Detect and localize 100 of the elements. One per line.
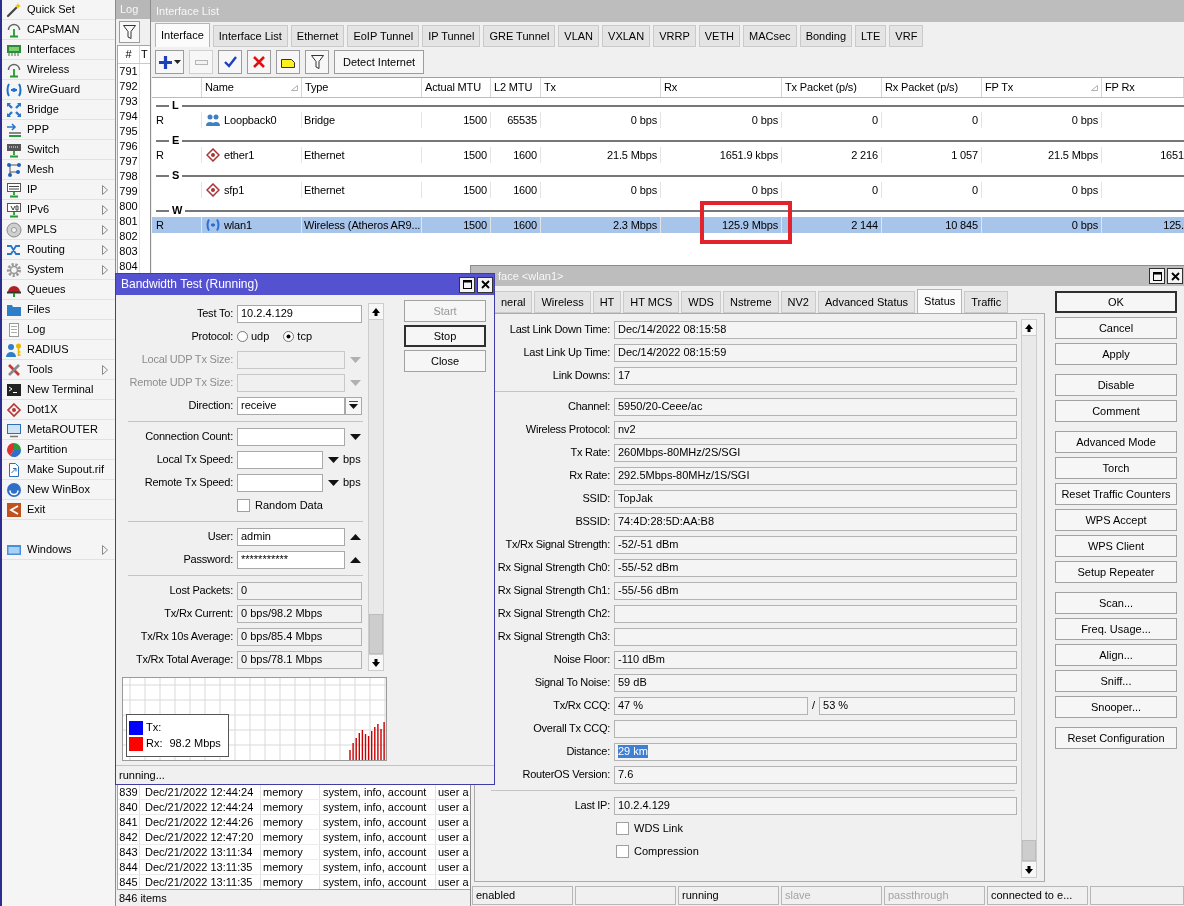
menu-item[interactable]: System bbox=[2, 260, 115, 280]
menu-item[interactable]: MetaROUTER bbox=[2, 420, 115, 440]
input-field[interactable] bbox=[237, 427, 345, 446]
value-field[interactable]: 0 bps/98.2 Mbps bbox=[237, 604, 362, 623]
menu-item[interactable]: RADIUS bbox=[2, 340, 115, 360]
menu-item[interactable]: Log bbox=[2, 320, 115, 340]
tab[interactable]: WDS bbox=[681, 291, 721, 313]
action-button[interactable]: Sniff... bbox=[1055, 670, 1177, 692]
action-button[interactable]: Reset Configuration bbox=[1055, 727, 1177, 749]
input-field[interactable] bbox=[237, 450, 323, 469]
value-field[interactable]: 0 bbox=[237, 581, 362, 600]
input-field[interactable]: 10.2.4.129 bbox=[237, 304, 362, 323]
value-field[interactable]: nv2 bbox=[614, 420, 1017, 439]
tab[interactable]: Bonding bbox=[799, 25, 852, 47]
input-field[interactable]: receive bbox=[237, 396, 345, 415]
value-field[interactable]: 5950/20-Ceee/ac bbox=[614, 397, 1017, 416]
column-header[interactable]: Actual MTU bbox=[422, 78, 491, 97]
menu-item[interactable]: Interfaces bbox=[2, 40, 115, 60]
action-button[interactable]: Freq. Usage... bbox=[1055, 618, 1177, 640]
tab[interactable]: EoIP Tunnel bbox=[347, 25, 420, 47]
comment-button[interactable] bbox=[276, 50, 300, 74]
value-field[interactable]: -55/-52 dBm bbox=[614, 558, 1017, 577]
tab[interactable]: Wireless bbox=[534, 291, 591, 313]
menu-item[interactable]: IP bbox=[2, 180, 115, 200]
tab[interactable]: NV2 bbox=[780, 291, 816, 313]
add-button[interactable] bbox=[155, 50, 184, 74]
menu-item[interactable]: Queues bbox=[2, 280, 115, 300]
value-field[interactable]: 17 bbox=[614, 366, 1017, 385]
radio-button[interactable] bbox=[283, 331, 295, 342]
action-button[interactable]: Reset Traffic Counters bbox=[1055, 483, 1177, 505]
menu-item[interactable]: Mesh bbox=[2, 160, 115, 180]
action-button[interactable]: Setup Repeater bbox=[1055, 561, 1177, 583]
value-field[interactable]: 74:4D:28:5D:AA:B8 bbox=[614, 512, 1017, 531]
maximize-button[interactable] bbox=[459, 276, 475, 293]
detect-button[interactable]: Detect Internet bbox=[334, 50, 425, 74]
checkbox[interactable] bbox=[237, 499, 250, 512]
value-field[interactable]: -55/-56 dBm bbox=[614, 581, 1017, 600]
filter-button[interactable] bbox=[305, 50, 329, 74]
maximize-button[interactable] bbox=[1149, 268, 1165, 284]
value-field[interactable]: 0 bps/85.4 Mbps bbox=[237, 627, 362, 646]
filter-button[interactable] bbox=[119, 21, 140, 43]
action-button[interactable]: WPS Client bbox=[1055, 535, 1177, 557]
tab[interactable]: Status bbox=[917, 289, 963, 313]
action-button[interactable]: Advanced Mode bbox=[1055, 431, 1177, 453]
action-button[interactable]: Align... bbox=[1055, 644, 1177, 666]
column-header[interactable]: FP Rx bbox=[1102, 78, 1184, 97]
value-field[interactable]: 47 % bbox=[614, 696, 808, 715]
column-header[interactable]: Type bbox=[302, 78, 422, 97]
tab[interactable]: LTE bbox=[855, 25, 887, 47]
value-field[interactable]: 292.5Mbps-80MHz/1S/SGI bbox=[614, 466, 1017, 485]
input-field[interactable] bbox=[237, 373, 345, 392]
value-field[interactable]: Dec/14/2022 08:15:58 bbox=[614, 320, 1017, 339]
value-field[interactable]: -52/-51 dBm bbox=[614, 535, 1017, 554]
tab[interactable]: Interface bbox=[155, 23, 210, 47]
close-button[interactable] bbox=[477, 276, 493, 293]
input-field[interactable]: *********** bbox=[237, 550, 345, 569]
menu-item[interactable]: Exit bbox=[2, 500, 115, 520]
input-field[interactable] bbox=[237, 473, 323, 492]
tab[interactable]: HT bbox=[592, 291, 622, 313]
scrollbar[interactable] bbox=[368, 303, 384, 671]
menu-item[interactable]: Files bbox=[2, 300, 115, 320]
tab[interactable]: Nstreme bbox=[722, 291, 779, 313]
value-field[interactable]: 260Mbps-80MHz/2S/SGI bbox=[614, 443, 1017, 462]
column-header[interactable]: FP Tx bbox=[982, 78, 1102, 97]
column-header[interactable]: L2 MTU bbox=[491, 78, 541, 97]
action-button[interactable]: Snooper... bbox=[1055, 696, 1177, 718]
column-header[interactable]: Rx Packet (p/s) bbox=[882, 78, 982, 97]
menu-item[interactable]: Routing bbox=[2, 240, 115, 260]
tab[interactable]: Advanced Status bbox=[817, 291, 916, 313]
checkbox[interactable] bbox=[616, 845, 629, 858]
column-header[interactable]: Name bbox=[202, 78, 302, 97]
tab[interactable]: Interface List bbox=[212, 25, 288, 47]
tab[interactable]: IP Tunnel bbox=[422, 25, 481, 47]
value-field[interactable]: -110 dBm bbox=[614, 650, 1017, 669]
tab[interactable]: VXLAN bbox=[602, 25, 651, 47]
value-field[interactable]: 59 dB bbox=[614, 673, 1017, 692]
value-field[interactable]: 53 % bbox=[819, 696, 1016, 715]
value-field[interactable]: 0 bps/78.1 Mbps bbox=[237, 650, 362, 669]
menu-item[interactable]: MPLS bbox=[2, 220, 115, 240]
menu-item[interactable]: Dot1X bbox=[2, 400, 115, 420]
value-field[interactable]: 29 km bbox=[614, 742, 1017, 761]
enable-button[interactable] bbox=[218, 50, 242, 74]
action-button[interactable]: Apply bbox=[1055, 343, 1177, 365]
column-header[interactable]: Tx bbox=[541, 78, 661, 97]
tab[interactable]: Ethernet bbox=[290, 25, 345, 47]
menu-item[interactable]: Make Supout.rif bbox=[2, 460, 115, 480]
tab[interactable]: VLAN bbox=[558, 25, 600, 47]
value-field[interactable]: Dec/14/2022 08:15:59 bbox=[614, 343, 1017, 362]
menu-item[interactable]: Windows bbox=[2, 540, 115, 560]
value-field[interactable] bbox=[614, 604, 1017, 623]
radio-button[interactable] bbox=[237, 331, 248, 342]
menu-item[interactable]: IPv6 bbox=[2, 200, 115, 220]
disable-button[interactable] bbox=[247, 50, 271, 74]
action-button[interactable]: Torch bbox=[1055, 457, 1177, 479]
column-header[interactable]: Tx Packet (p/s) bbox=[782, 78, 882, 97]
action-button[interactable]: OK bbox=[1055, 291, 1177, 313]
action-button[interactable]: Stop bbox=[404, 325, 486, 347]
action-button[interactable]: Cancel bbox=[1055, 317, 1177, 339]
value-field[interactable]: TopJak bbox=[614, 489, 1017, 508]
tab[interactable]: HT MCS bbox=[623, 291, 680, 313]
